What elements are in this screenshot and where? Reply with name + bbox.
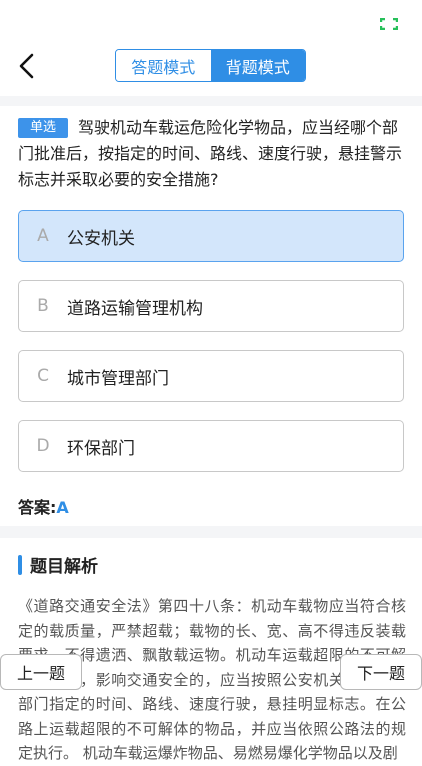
answer-value: A: [56, 498, 69, 517]
option-text: 环保部门: [67, 438, 135, 459]
option-text: 城市管理部门: [67, 368, 169, 389]
next-question-button[interactable]: 下一题: [340, 654, 422, 690]
option-b[interactable]: B 道路运输管理机构: [18, 280, 404, 332]
option-c[interactable]: C 城市管理部门: [18, 350, 404, 402]
option-letter: B: [37, 296, 49, 316]
option-letter: A: [37, 226, 49, 246]
tab-answer-mode[interactable]: 答题模式: [116, 50, 211, 81]
question-text: 驾驶机动车载运危险化学物品，应当经哪个部门批准后，按指定的时间、路线、速度行驶，…: [18, 118, 403, 189]
prev-question-button[interactable]: 上一题: [0, 654, 82, 690]
expand-icon: [380, 18, 398, 30]
tab-memorize-mode[interactable]: 背题模式: [210, 50, 305, 81]
section-divider: [0, 526, 422, 538]
mode-toggle: 答题模式 背题模式: [115, 49, 306, 82]
analysis-title: 题目解析: [30, 557, 98, 577]
section-divider: [0, 96, 422, 106]
analysis-accent-bar: [18, 554, 22, 575]
question-type-badge: 单选: [18, 118, 69, 138]
answer-label: 答案:: [18, 498, 57, 517]
option-text: 公安机关: [67, 228, 135, 249]
option-d[interactable]: D 环保部门: [18, 420, 404, 472]
option-letter: D: [36, 436, 50, 456]
option-text: 道路运输管理机构: [67, 298, 203, 319]
option-a[interactable]: A 公安机关: [18, 210, 404, 262]
analysis-header: 题目解析: [18, 552, 98, 577]
chevron-left-icon: [19, 53, 34, 79]
question: 单选 驾驶机动车载运危险化学物品，应当经哪个部门批准后，按指定的时间、路线、速度行…: [18, 115, 408, 193]
answer-line: 答案:A: [18, 494, 69, 518]
back-button[interactable]: [12, 50, 40, 82]
option-letter: C: [37, 366, 49, 386]
